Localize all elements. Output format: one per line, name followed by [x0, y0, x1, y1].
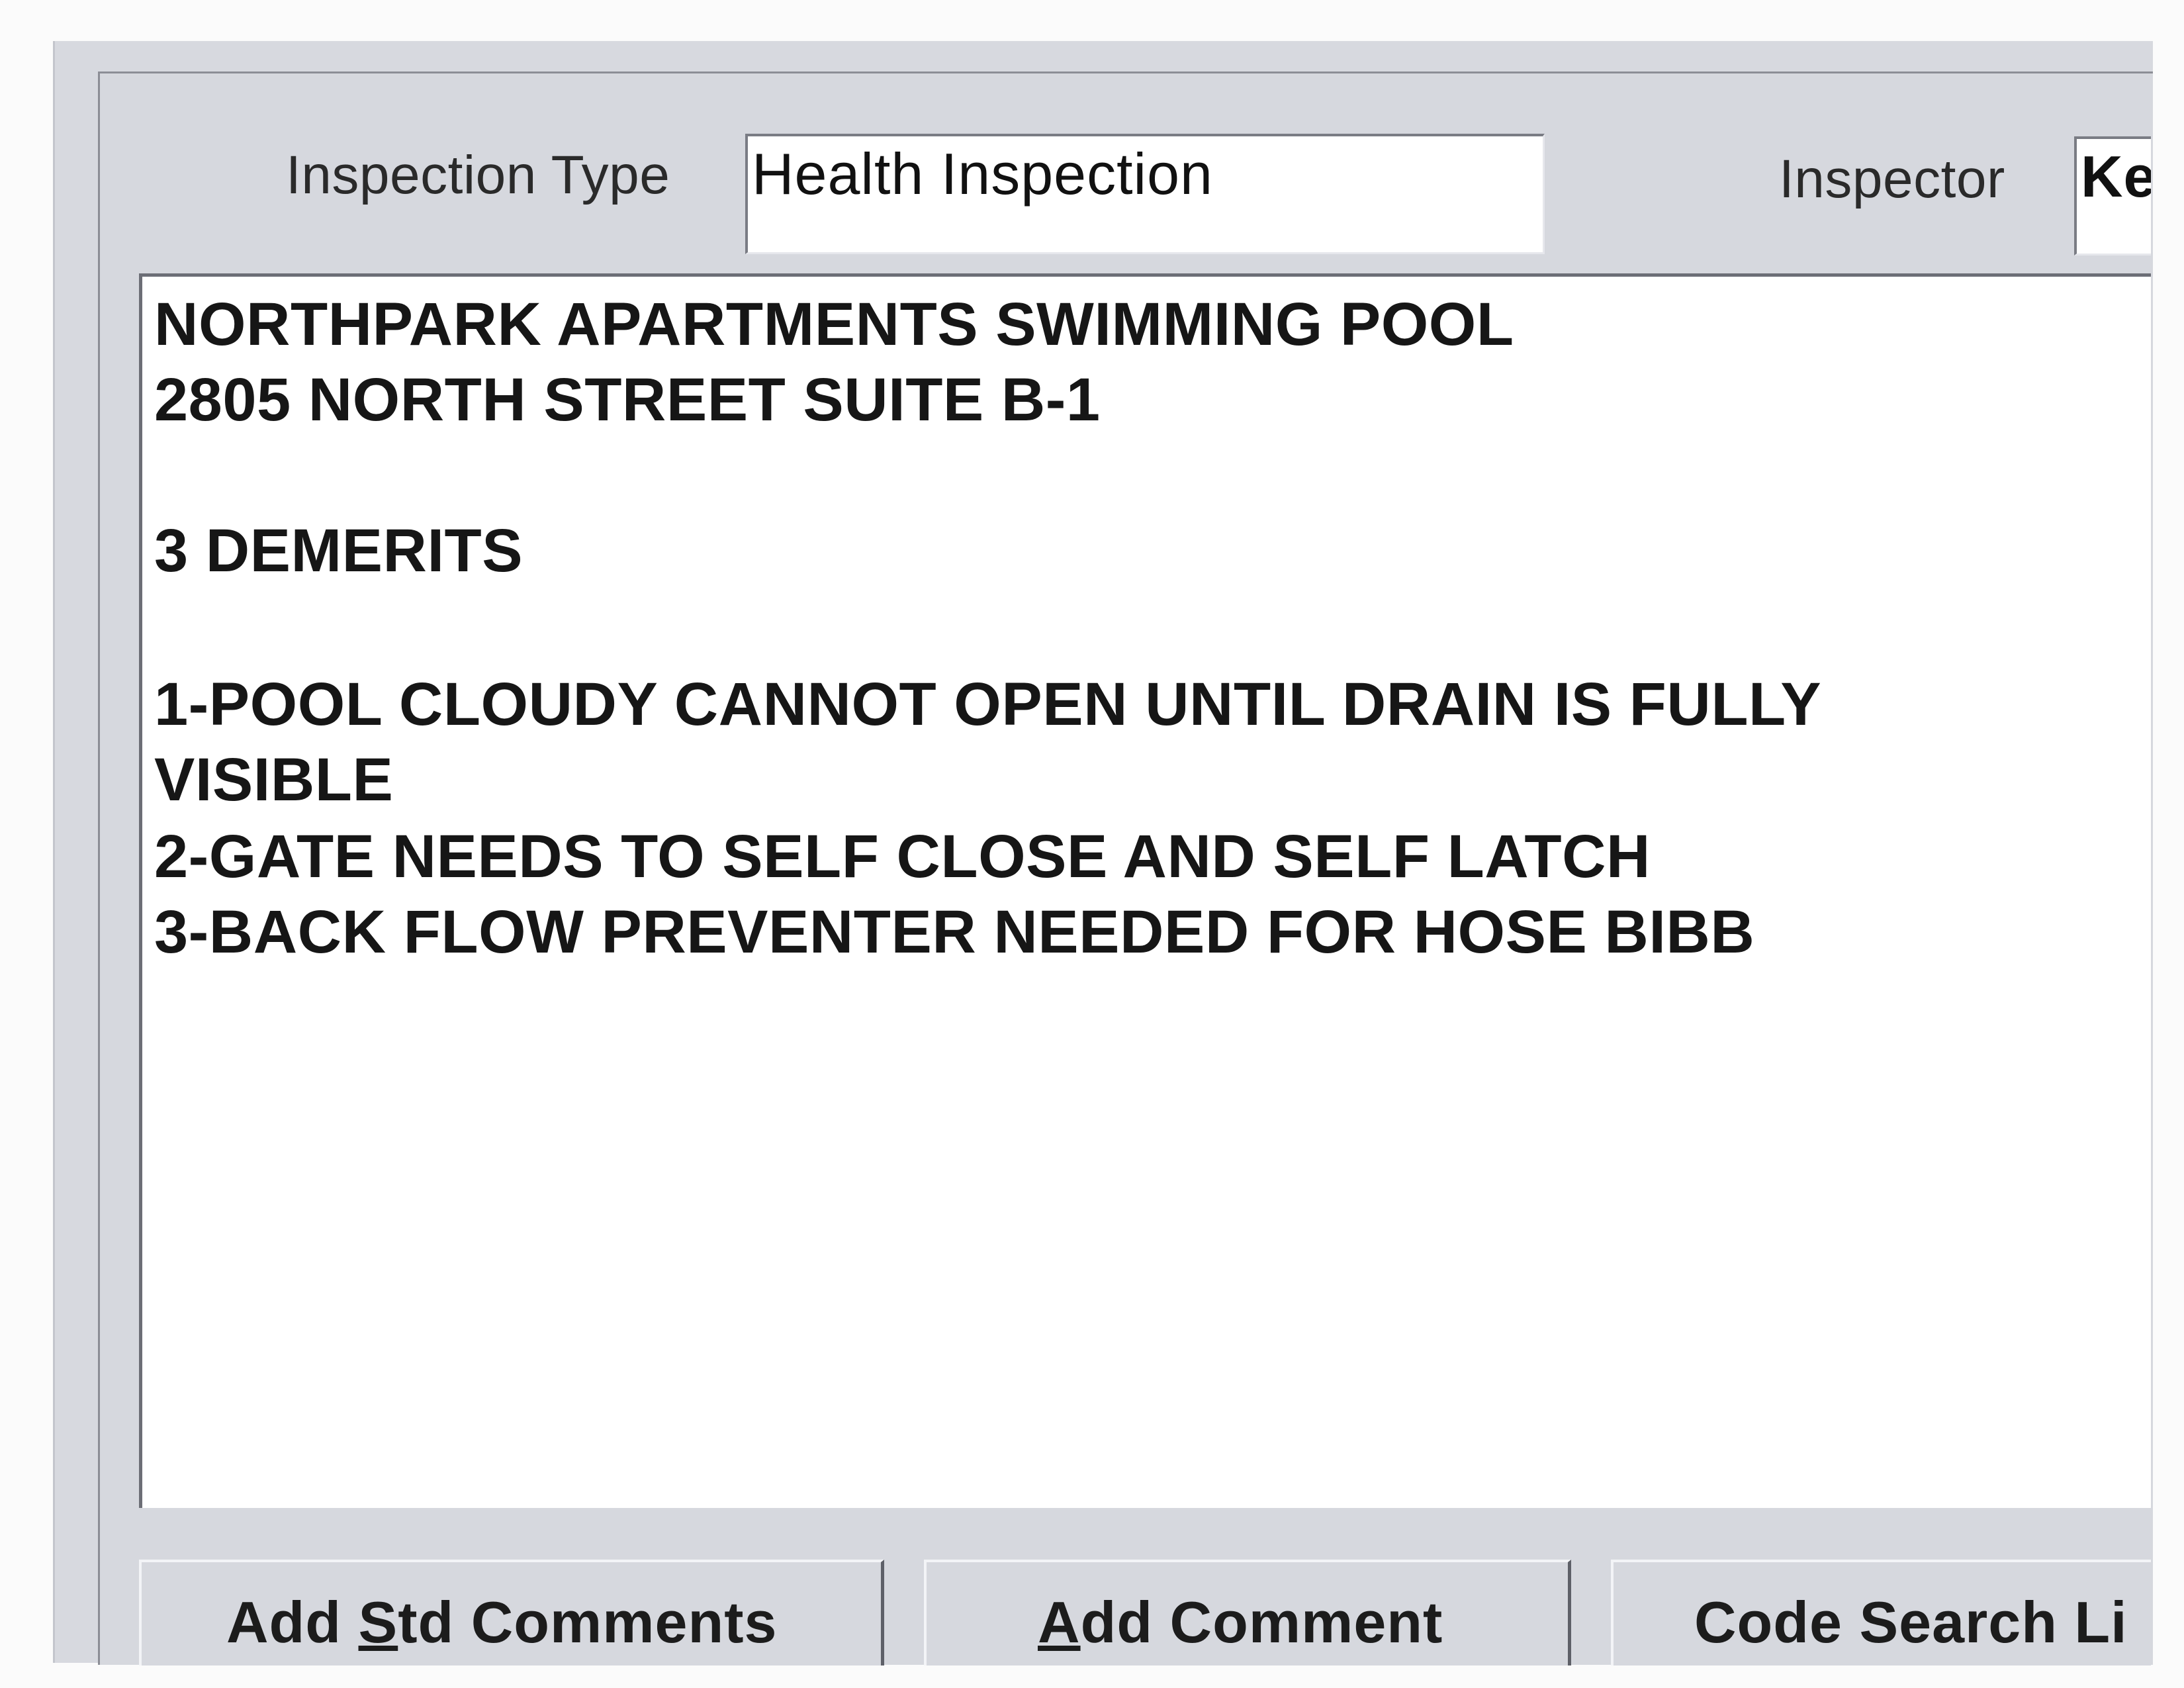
- comment-line: VISIBLE: [154, 746, 394, 814]
- add-comment-label: Add Comment: [1038, 1589, 1443, 1655]
- comment-line: 2-GATE NEEDS TO SELF CLOSE AND SELF LATC…: [154, 823, 1651, 890]
- code-search-label: Code Search Li: [1694, 1589, 2128, 1655]
- inspector-field[interactable]: Ke: [2074, 136, 2151, 256]
- add-comment-button[interactable]: Add Comment: [924, 1560, 1571, 1665]
- accelerator-key: S: [358, 1589, 398, 1655]
- comment-line: 2805 NORTH STREET SUITE B-1: [154, 366, 1101, 434]
- add-std-comments-label: Add Std Comments: [226, 1589, 778, 1655]
- inspection-type-field[interactable]: Health Inspection: [745, 134, 1545, 254]
- comment-line: NORTHPARK APARTMENTS SWIMMING POOL: [154, 291, 1514, 358]
- inspection-type-label: Inspection Type: [286, 145, 670, 205]
- accelerator-key: A: [1038, 1589, 1081, 1655]
- scanned-page: Inspection Type Health Inspection Inspec…: [0, 0, 2184, 1688]
- add-std-comments-button[interactable]: Add Std Comments: [139, 1560, 884, 1665]
- comments-textarea[interactable]: NORTHPARK APARTMENTS SWIMMING POOL 2805 …: [139, 273, 2151, 1508]
- comment-line: 3 DEMERITS: [154, 517, 523, 585]
- inspection-type-value: Health Inspection: [752, 141, 1213, 207]
- inspector-value: Ke: [2081, 144, 2151, 209]
- inspector-label: Inspector: [1779, 149, 2005, 209]
- comment-line: 3-BACK FLOW PREVENTER NEEDED FOR HOSE BI…: [154, 898, 1755, 966]
- comment-line: 1-POOL CLOUDY CANNOT OPEN UNTIL DRAIN IS…: [154, 671, 1822, 738]
- code-search-button[interactable]: Code Search Li: [1611, 1560, 2151, 1665]
